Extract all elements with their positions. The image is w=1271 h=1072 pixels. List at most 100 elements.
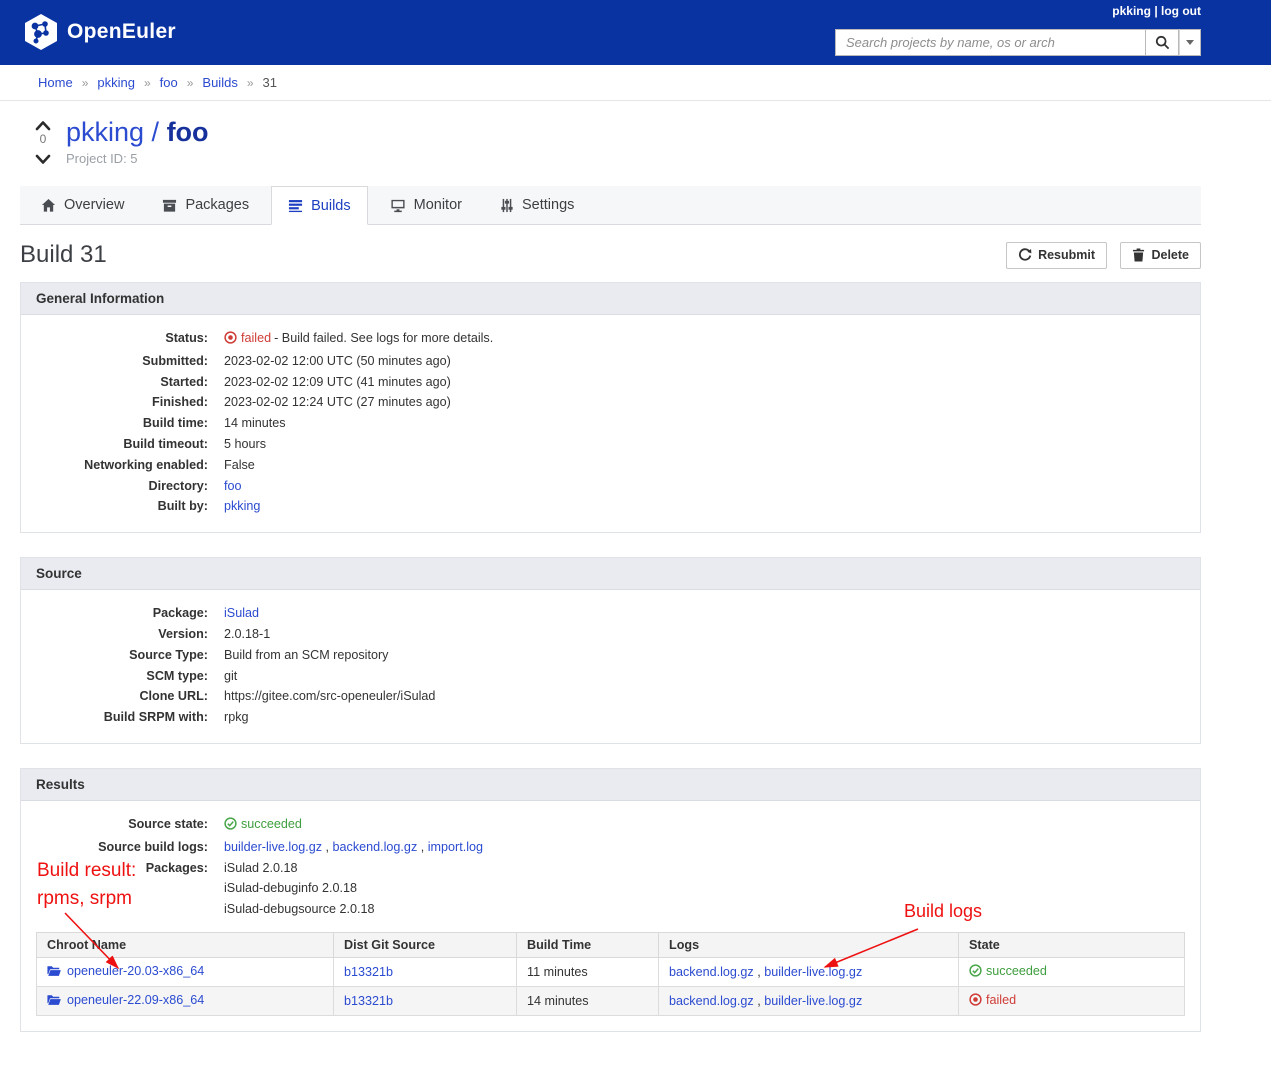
search-icon xyxy=(1155,35,1170,50)
openeuler-logo[interactable]: OpenEuler xyxy=(24,13,176,51)
field-label: Source state: xyxy=(128,816,208,831)
comma-separator: , xyxy=(322,839,333,854)
field-value: 2023-02-02 12:00 UTC (50 minutes ago) xyxy=(224,353,451,368)
builds-list-icon xyxy=(289,200,303,213)
field-value: False xyxy=(224,457,255,472)
field-label: Networking enabled: xyxy=(84,457,208,472)
user-profile-link[interactable]: pkking xyxy=(1112,4,1151,18)
tab-overview[interactable]: Overview xyxy=(25,186,140,224)
field-label: Package: xyxy=(152,606,208,621)
breadcrumb-separator: » xyxy=(186,75,194,90)
field-value: 5 hours xyxy=(224,436,267,451)
field-label: Clone URL: xyxy=(139,689,208,704)
source-log-link[interactable]: import.log xyxy=(428,840,483,854)
project-search xyxy=(835,29,1201,56)
comma-separator: , xyxy=(753,964,765,979)
tab-packages[interactable]: Packages xyxy=(146,186,265,224)
tab-settings[interactable]: Settings xyxy=(484,186,590,224)
field-label: Status: xyxy=(165,331,208,345)
tab-label: Monitor xyxy=(413,197,462,213)
folder-icon xyxy=(47,994,61,1009)
panel-title: Results xyxy=(21,768,1200,801)
results-panel: Results Source state: succeeded Source b… xyxy=(20,767,1201,1032)
breadcrumb-builds[interactable]: Builds xyxy=(202,75,237,90)
directory-link[interactable]: foo xyxy=(224,479,242,493)
chroot-link[interactable]: openeuler-22.09-x86_64 xyxy=(67,993,204,1007)
tab-monitor[interactable]: Monitor xyxy=(374,186,478,224)
project-tabs: Overview Packages Builds Monitor Setting… xyxy=(20,186,1201,225)
button-label: Resubmit xyxy=(1038,248,1096,262)
field-label: Finished: xyxy=(152,395,208,410)
resubmit-button[interactable]: Resubmit xyxy=(1006,241,1108,269)
dist-git-link[interactable]: b13321b xyxy=(344,965,393,979)
breadcrumb-project[interactable]: foo xyxy=(160,75,178,90)
project-owner-link[interactable]: pkking xyxy=(66,117,144,147)
field-value: Build from an SCM repository xyxy=(224,647,389,662)
succeeded-status-icon xyxy=(969,964,982,980)
field-label: Started: xyxy=(160,374,208,389)
search-button[interactable] xyxy=(1145,29,1179,56)
log-link[interactable]: builder-live.log.gz xyxy=(764,965,862,979)
button-label: Delete xyxy=(1151,248,1189,262)
log-link[interactable]: backend.log.gz xyxy=(669,965,754,979)
field-label: Source Type: xyxy=(129,647,208,662)
vote-widget: 0 xyxy=(20,117,66,166)
dist-git-link[interactable]: b13321b xyxy=(344,994,393,1008)
field-value: git xyxy=(224,668,238,683)
status-value: failed - Build failed. See logs for more … xyxy=(224,328,493,351)
folder-icon xyxy=(47,965,61,980)
build-actions: Resubmit Delete xyxy=(1006,241,1201,269)
field-label: Submitted: xyxy=(142,353,208,368)
chroot-link[interactable]: openeuler-20.03-x86_64 xyxy=(67,964,204,978)
vote-down-icon[interactable] xyxy=(35,154,51,165)
state-text: failed xyxy=(986,992,1017,1007)
packages-list: iSulad 2.0.18 iSulad-debuginfo 2.0.18 iS… xyxy=(224,858,375,920)
breadcrumb-home[interactable]: Home xyxy=(38,75,73,90)
source-log-link[interactable]: backend.log.gz xyxy=(333,840,418,854)
field-value: 2023-02-02 12:24 UTC (27 minutes ago) xyxy=(224,395,451,410)
package-item: iSulad-debugsource 2.0.18 xyxy=(224,902,375,917)
project-header: 0 pkking / foo Project ID: 5 xyxy=(20,117,1201,166)
source-panel: Source Package: iSulad Version: 2.0.18-1 S… xyxy=(20,557,1201,744)
failed-status-icon xyxy=(969,993,982,1009)
source-state-value: succeeded xyxy=(224,814,302,837)
clone-url-value: https://gitee.com/src-openeuler/iSulad xyxy=(224,689,436,704)
tab-label: Packages xyxy=(185,197,250,213)
column-header-logs: Logs xyxy=(658,931,959,958)
source-state-text: succeeded xyxy=(241,816,302,831)
breadcrumb-owner[interactable]: pkking xyxy=(97,75,135,90)
field-label: Build SRPM with: xyxy=(103,710,208,725)
breadcrumb-current: 31 xyxy=(262,75,277,90)
package-link[interactable]: iSulad xyxy=(224,606,259,620)
log-link[interactable]: backend.log.gz xyxy=(669,994,754,1008)
delete-button[interactable]: Delete xyxy=(1120,241,1201,269)
sliders-icon xyxy=(501,198,513,212)
tab-builds[interactable]: Builds xyxy=(271,186,368,225)
field-value: 14 minutes xyxy=(224,416,286,431)
field-label: Build time: xyxy=(142,416,208,431)
breadcrumb-separator: » xyxy=(246,75,254,90)
field-label: Build timeout: xyxy=(123,436,208,451)
tab-label: Settings xyxy=(521,197,575,213)
status-text: failed xyxy=(241,331,272,345)
tab-label: Builds xyxy=(311,197,351,214)
comma-separator: , xyxy=(417,839,428,854)
tab-label: Overview xyxy=(64,197,125,213)
breadcrumb: Home » pkking » foo » Builds » 31 xyxy=(0,65,1271,101)
source-log-link[interactable]: builder-live.log.gz xyxy=(224,840,322,854)
search-options-button[interactable] xyxy=(1179,29,1201,56)
vote-up-icon[interactable] xyxy=(35,120,51,131)
refresh-icon xyxy=(1019,248,1032,261)
panel-title: General Information xyxy=(21,283,1200,315)
logout-link[interactable]: log out xyxy=(1161,4,1201,18)
search-input[interactable] xyxy=(835,29,1145,56)
state-text: succeeded xyxy=(986,963,1047,978)
annotation-build-result-line2: rpms, srpm xyxy=(37,888,140,910)
project-id: Project ID: 5 xyxy=(66,151,138,166)
built-by-link[interactable]: pkking xyxy=(224,499,260,513)
build-title: Build 31 xyxy=(20,241,107,268)
panel-title: Source xyxy=(21,558,1200,591)
field-value: rpkg xyxy=(224,710,249,725)
comma-separator: , xyxy=(753,993,765,1008)
log-link[interactable]: builder-live.log.gz xyxy=(764,994,862,1008)
